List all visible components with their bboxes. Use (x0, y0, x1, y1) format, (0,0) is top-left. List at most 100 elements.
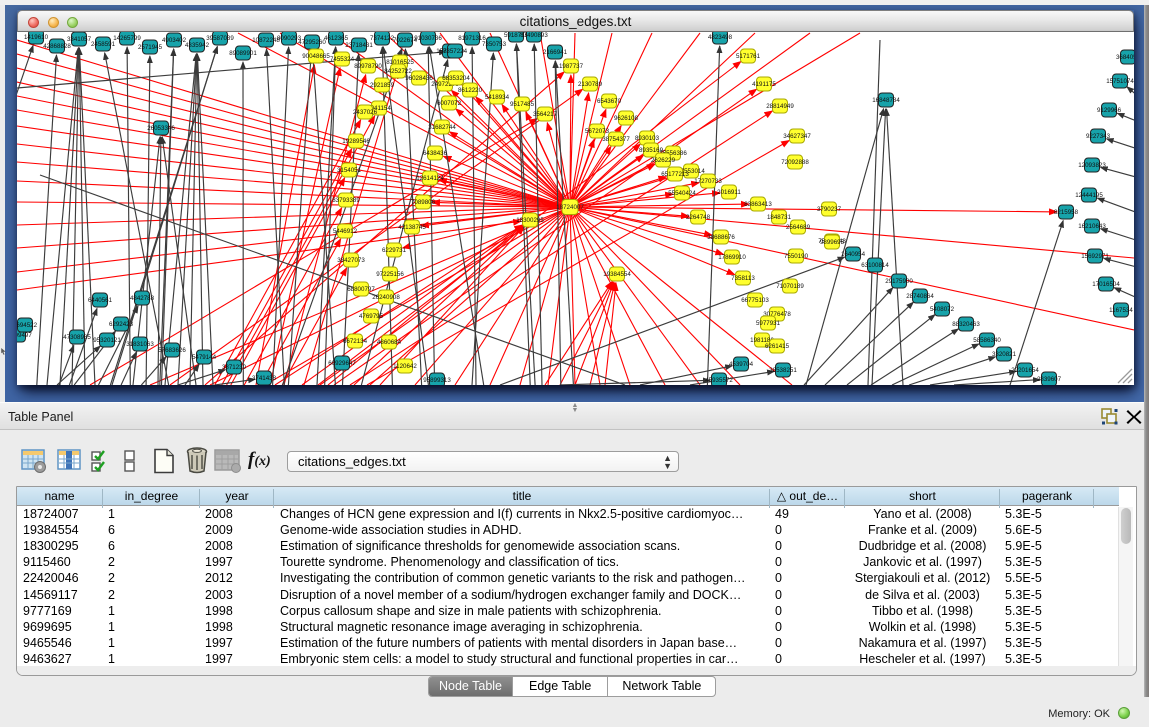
svg-text:26053346: 26053346 (147, 125, 175, 132)
svg-text:18300295: 18300295 (516, 217, 544, 224)
svg-text:16848784: 16848784 (872, 97, 900, 104)
svg-text:7550190: 7550190 (784, 253, 809, 260)
svg-text:83863413: 83863413 (744, 201, 772, 208)
svg-text:12444195: 12444195 (1075, 192, 1103, 199)
svg-text:9626108: 9626108 (614, 115, 639, 122)
svg-text:1167534: 1167534 (1109, 307, 1133, 314)
svg-text:5446912: 5446912 (333, 228, 358, 235)
svg-text:68800797: 68800797 (347, 286, 375, 293)
svg-text:29175900: 29175900 (885, 278, 913, 285)
svg-text:4903402: 4903402 (162, 37, 187, 44)
svg-text:2437026: 2437026 (353, 109, 378, 116)
svg-text:6292423: 6292423 (109, 321, 134, 328)
svg-text:3154051: 3154051 (337, 167, 362, 174)
svg-text:2626229: 2626229 (651, 157, 676, 164)
svg-text:4191175: 4191175 (752, 81, 776, 88)
svg-text:2921859: 2921859 (370, 82, 395, 89)
svg-text:16210643: 16210643 (1078, 223, 1106, 230)
svg-text:19289546: 19289546 (342, 138, 370, 145)
svg-text:68353204: 68353204 (442, 75, 470, 82)
svg-text:95320121: 95320121 (93, 337, 121, 344)
svg-text:1987737: 1987737 (559, 63, 584, 70)
svg-text:1848731: 1848731 (767, 214, 792, 221)
svg-text:89978790: 89978790 (354, 63, 382, 70)
svg-text:8930103: 8930103 (635, 135, 660, 142)
svg-text:38688676: 38688676 (707, 234, 735, 241)
svg-text:83793389: 83793389 (332, 197, 360, 204)
svg-text:2264748: 2264748 (686, 214, 711, 221)
svg-text:3871230: 3871230 (222, 364, 247, 371)
svg-text:72092888: 72092888 (781, 159, 809, 166)
svg-text:6229731: 6229731 (382, 247, 407, 254)
svg-text:9899695: 9899695 (820, 239, 845, 246)
svg-text:18724007: 18724007 (556, 204, 584, 211)
svg-text:2571945: 2571945 (138, 44, 163, 51)
svg-text:8215958: 8215958 (1054, 209, 1079, 216)
svg-text:7350753: 7350753 (482, 41, 507, 48)
svg-text:7357224: 7357224 (443, 48, 468, 55)
svg-text:8612220: 8612220 (458, 87, 483, 94)
svg-text:9227343: 9227343 (1086, 133, 1111, 140)
svg-text:19384554: 19384554 (603, 271, 631, 278)
svg-text:12614124: 12614124 (416, 175, 444, 182)
svg-text:42868828: 42868828 (43, 43, 71, 50)
svg-text:20709497: 20709497 (17, 332, 32, 339)
svg-text:71070189: 71070189 (776, 283, 804, 290)
svg-text:84252722: 84252722 (384, 68, 412, 75)
svg-text:5408072: 5408072 (930, 306, 955, 313)
svg-text:47308985: 47308985 (63, 334, 91, 341)
svg-text:57683626: 57683626 (158, 347, 186, 354)
svg-text:39587039: 39587039 (206, 35, 234, 42)
svg-text:2130789: 2130789 (578, 81, 603, 88)
svg-text:26240908: 26240908 (372, 294, 400, 301)
svg-text:6007072: 6007072 (437, 100, 462, 107)
svg-text:4769795: 4769795 (359, 313, 384, 320)
svg-text:65177213: 65177213 (661, 171, 689, 178)
svg-text:2839607: 2839607 (1037, 376, 1062, 383)
svg-text:17016504: 17016504 (1092, 281, 1120, 288)
svg-text:15692971: 15692971 (1081, 253, 1109, 260)
svg-text:38427073: 38427073 (337, 257, 365, 264)
svg-text:91030736: 91030736 (414, 35, 442, 42)
svg-text:3790237: 3790237 (817, 206, 842, 213)
svg-text:3741438: 3741438 (252, 375, 277, 382)
svg-text:4823498: 4823498 (708, 34, 733, 41)
svg-text:7455324: 7455324 (330, 56, 355, 63)
svg-text:7358113: 7358113 (731, 275, 755, 282)
svg-text:17869910: 17869910 (718, 254, 746, 261)
svg-text:1640954: 1640954 (841, 251, 866, 258)
svg-text:38538251: 38538251 (769, 367, 797, 374)
svg-text:90048665: 90048665 (302, 53, 330, 60)
svg-text:15751074: 15751074 (1106, 78, 1134, 85)
svg-text:55540424: 55540424 (668, 190, 696, 197)
svg-text:3341057: 3341057 (67, 36, 92, 43)
svg-text:5171761: 5171761 (736, 53, 761, 60)
svg-text:63100814: 63100814 (861, 262, 889, 269)
svg-text:7089806: 7089806 (411, 199, 436, 206)
svg-text:9517485: 9517485 (510, 101, 535, 108)
svg-text:34627347: 34627347 (783, 133, 811, 140)
svg-text:6543670: 6543670 (597, 98, 622, 105)
svg-text:9129966: 9129966 (1097, 107, 1122, 114)
svg-text:3564217: 3564217 (533, 111, 558, 118)
svg-text:47295260: 47295260 (298, 39, 326, 46)
svg-text:7374122: 7374122 (370, 35, 395, 42)
svg-text:2458591: 2458591 (91, 41, 116, 48)
svg-text:96028436: 96028436 (405, 75, 433, 82)
svg-text:2564689: 2564689 (786, 224, 811, 231)
svg-text:4335942: 4335942 (185, 42, 210, 49)
svg-text:88320463: 88320463 (952, 321, 980, 328)
svg-text:60929647: 60929647 (328, 360, 356, 367)
svg-text:87490893: 87490893 (520, 32, 548, 39)
svg-text:17270733: 17270733 (694, 178, 722, 185)
svg-text:4539704: 4539704 (729, 361, 754, 368)
svg-text:42138745: 42138745 (398, 224, 426, 231)
svg-text:3684052: 3684052 (1116, 54, 1134, 61)
svg-text:4860684: 4860684 (377, 339, 402, 346)
svg-text:28740864: 28740864 (906, 293, 934, 300)
svg-text:58586340: 58586340 (973, 337, 1001, 344)
svg-text:2166941: 2166941 (543, 49, 568, 56)
svg-text:97225156: 97225156 (376, 271, 404, 278)
svg-text:12093823: 12093823 (1078, 162, 1106, 169)
svg-text:5479144: 5479144 (192, 354, 217, 361)
